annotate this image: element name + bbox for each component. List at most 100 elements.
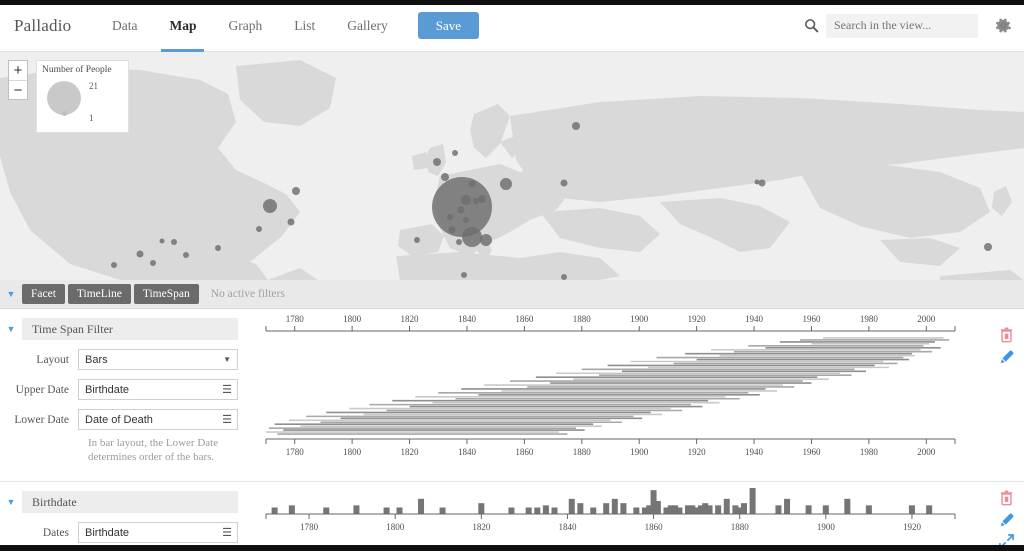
- svg-text:1800: 1800: [343, 447, 362, 457]
- timespan-panel-title: Time Span Filter: [22, 318, 238, 340]
- dates-label: Dates: [42, 526, 69, 539]
- svg-text:1920: 1920: [688, 314, 707, 324]
- birthdate-panel-header: ▼ Birthdate: [0, 491, 238, 513]
- tab-gallery-label: Gallery: [347, 17, 388, 33]
- svg-text:1900: 1900: [817, 522, 836, 532]
- timespan-panel-header: ▼ Time Span Filter: [0, 318, 238, 340]
- timespan-layout-row: Layout Bars ▼: [0, 349, 238, 370]
- svg-text:1860: 1860: [515, 314, 534, 324]
- svg-text:1940: 1940: [745, 314, 764, 324]
- svg-text:1960: 1960: [802, 314, 821, 324]
- tab-data-label: Data: [112, 17, 138, 33]
- svg-text:1920: 1920: [903, 522, 922, 532]
- svg-text:1840: 1840: [458, 447, 477, 457]
- dates-select[interactable]: Birthdate ☰: [78, 522, 238, 543]
- timespan-chart-svg: 1780 1800 1820 1840 1860 1880 1900 1920 1940 1960…: [265, 314, 956, 457]
- legend-circle-min: [62, 111, 67, 116]
- trash-icon[interactable]: [999, 327, 1017, 345]
- layout-value: Bars: [85, 353, 108, 366]
- map-legend: Number of People 21 1: [36, 60, 129, 133]
- birthdate-chart-area[interactable]: 1780 1800 1820 1840 1860 1880 1900 1920: [250, 482, 995, 547]
- birthdate-collapse-chevron-icon[interactable]: ▼: [0, 497, 22, 507]
- svg-text:1840: 1840: [558, 522, 577, 532]
- header-right-group: [802, 13, 1014, 38]
- chevron-down-icon: ▼: [223, 355, 231, 364]
- timespan-hint-text: In bar layout, the Lower Date determines…: [88, 437, 219, 463]
- svg-text:1880: 1880: [731, 522, 750, 532]
- legend-body: 21 1: [37, 75, 128, 127]
- svg-text:1820: 1820: [401, 447, 420, 457]
- tab-graph-label: Graph: [228, 17, 263, 33]
- search-input[interactable]: [826, 13, 978, 38]
- filterbar-collapse-chevron-icon[interactable]: ▼: [0, 289, 22, 299]
- svg-text:1960: 1960: [802, 447, 821, 457]
- svg-text:1840: 1840: [458, 314, 477, 324]
- layout-select[interactable]: Bars ▼: [78, 349, 238, 370]
- active-filters-status: No active filters: [210, 288, 285, 300]
- zoom-out-button[interactable]: −: [9, 80, 27, 99]
- svg-text:2000: 2000: [917, 314, 936, 324]
- svg-text:1820: 1820: [401, 314, 420, 324]
- pencil-icon[interactable]: [999, 512, 1017, 530]
- pencil-icon[interactable]: [999, 349, 1017, 367]
- svg-text:1800: 1800: [343, 314, 362, 324]
- svg-text:1860: 1860: [645, 522, 664, 532]
- svg-text:1900: 1900: [630, 314, 649, 324]
- bottom-black-strip: [0, 545, 1024, 551]
- map-canvas[interactable]: + − Number of People 21 1: [0, 52, 1024, 280]
- top-black-strip: [0, 0, 1024, 5]
- tab-gallery[interactable]: Gallery: [331, 0, 403, 52]
- upper-date-value: Birthdate: [85, 383, 130, 396]
- tab-list-label: List: [294, 17, 316, 33]
- svg-text:1860: 1860: [515, 447, 534, 457]
- birthdate-dates-row: Dates Birthdate ☰: [0, 522, 238, 543]
- legend-max-label: 21: [89, 81, 98, 91]
- svg-text:2000: 2000: [917, 447, 936, 457]
- svg-text:1880: 1880: [573, 314, 592, 324]
- svg-text:1900: 1900: [630, 447, 649, 457]
- timespan-panel-actions: [996, 323, 1020, 367]
- birthdate-panel-title: Birthdate: [22, 491, 238, 513]
- app-brand: Palladio: [14, 15, 72, 35]
- facet-filter-button[interactable]: Facet: [22, 284, 65, 304]
- map-zoom-controls: + −: [8, 60, 28, 100]
- lower-date-select[interactable]: Date of Death ☰: [78, 409, 238, 430]
- gear-icon[interactable]: [992, 15, 1014, 37]
- legend-circle-max: [47, 81, 81, 115]
- timespan-collapse-chevron-icon[interactable]: ▼: [0, 324, 22, 334]
- search-icon: [802, 17, 820, 35]
- birthdate-panel-actions: [996, 486, 1020, 551]
- upper-date-label: Upper Date: [15, 383, 69, 396]
- timespan-chart-area[interactable]: 1780 1800 1820 1840 1860 1880 1900 1920 1940 1960…: [250, 309, 995, 464]
- main-nav: Data Map Graph List Gallery: [96, 0, 404, 52]
- svg-text:1980: 1980: [860, 314, 879, 324]
- save-button[interactable]: Save: [417, 12, 480, 39]
- time-span-filter-panel: ▼ Time Span Filter Layout Bars ▼ Upper D…: [0, 309, 1024, 481]
- upper-date-select[interactable]: Birthdate ☰: [78, 379, 238, 400]
- timeline-filter-button[interactable]: TimeLine: [67, 284, 131, 304]
- legend-min-label: 1: [89, 113, 94, 123]
- birthdate-histogram-svg: 1780 1800 1820 1840 1860 1880 1900 1920: [265, 488, 956, 532]
- app-header: Palladio Data Map Graph List Gallery Sav…: [0, 0, 1024, 52]
- legend-title: Number of People: [42, 65, 112, 75]
- tab-map[interactable]: Map: [153, 0, 212, 52]
- timespan-filter-button[interactable]: TimeSpan: [133, 284, 199, 304]
- svg-text:1980: 1980: [860, 447, 879, 457]
- zoom-in-button[interactable]: +: [9, 61, 27, 80]
- timespan-controls: ▼ Time Span Filter Layout Bars ▼ Upper D…: [0, 309, 250, 464]
- svg-text:1780: 1780: [286, 447, 305, 457]
- tab-data[interactable]: Data: [96, 0, 153, 52]
- birthdate-controls: ▼ Birthdate Dates Birthdate ☰: [0, 482, 250, 543]
- tab-graph[interactable]: Graph: [212, 0, 278, 52]
- svg-text:1880: 1880: [573, 447, 592, 457]
- list-menu-icon: ☰: [222, 414, 232, 426]
- timespan-lower-date-row: Lower Date Date of Death ☰: [0, 409, 238, 430]
- layout-label: Layout: [36, 353, 69, 366]
- tab-map-label: Map: [169, 17, 197, 33]
- svg-text:1940: 1940: [745, 447, 764, 457]
- svg-text:1800: 1800: [386, 522, 405, 532]
- trash-icon[interactable]: [999, 490, 1017, 508]
- svg-text:1780: 1780: [300, 522, 319, 532]
- tab-list[interactable]: List: [278, 0, 331, 52]
- lower-date-value: Date of Death: [85, 413, 153, 426]
